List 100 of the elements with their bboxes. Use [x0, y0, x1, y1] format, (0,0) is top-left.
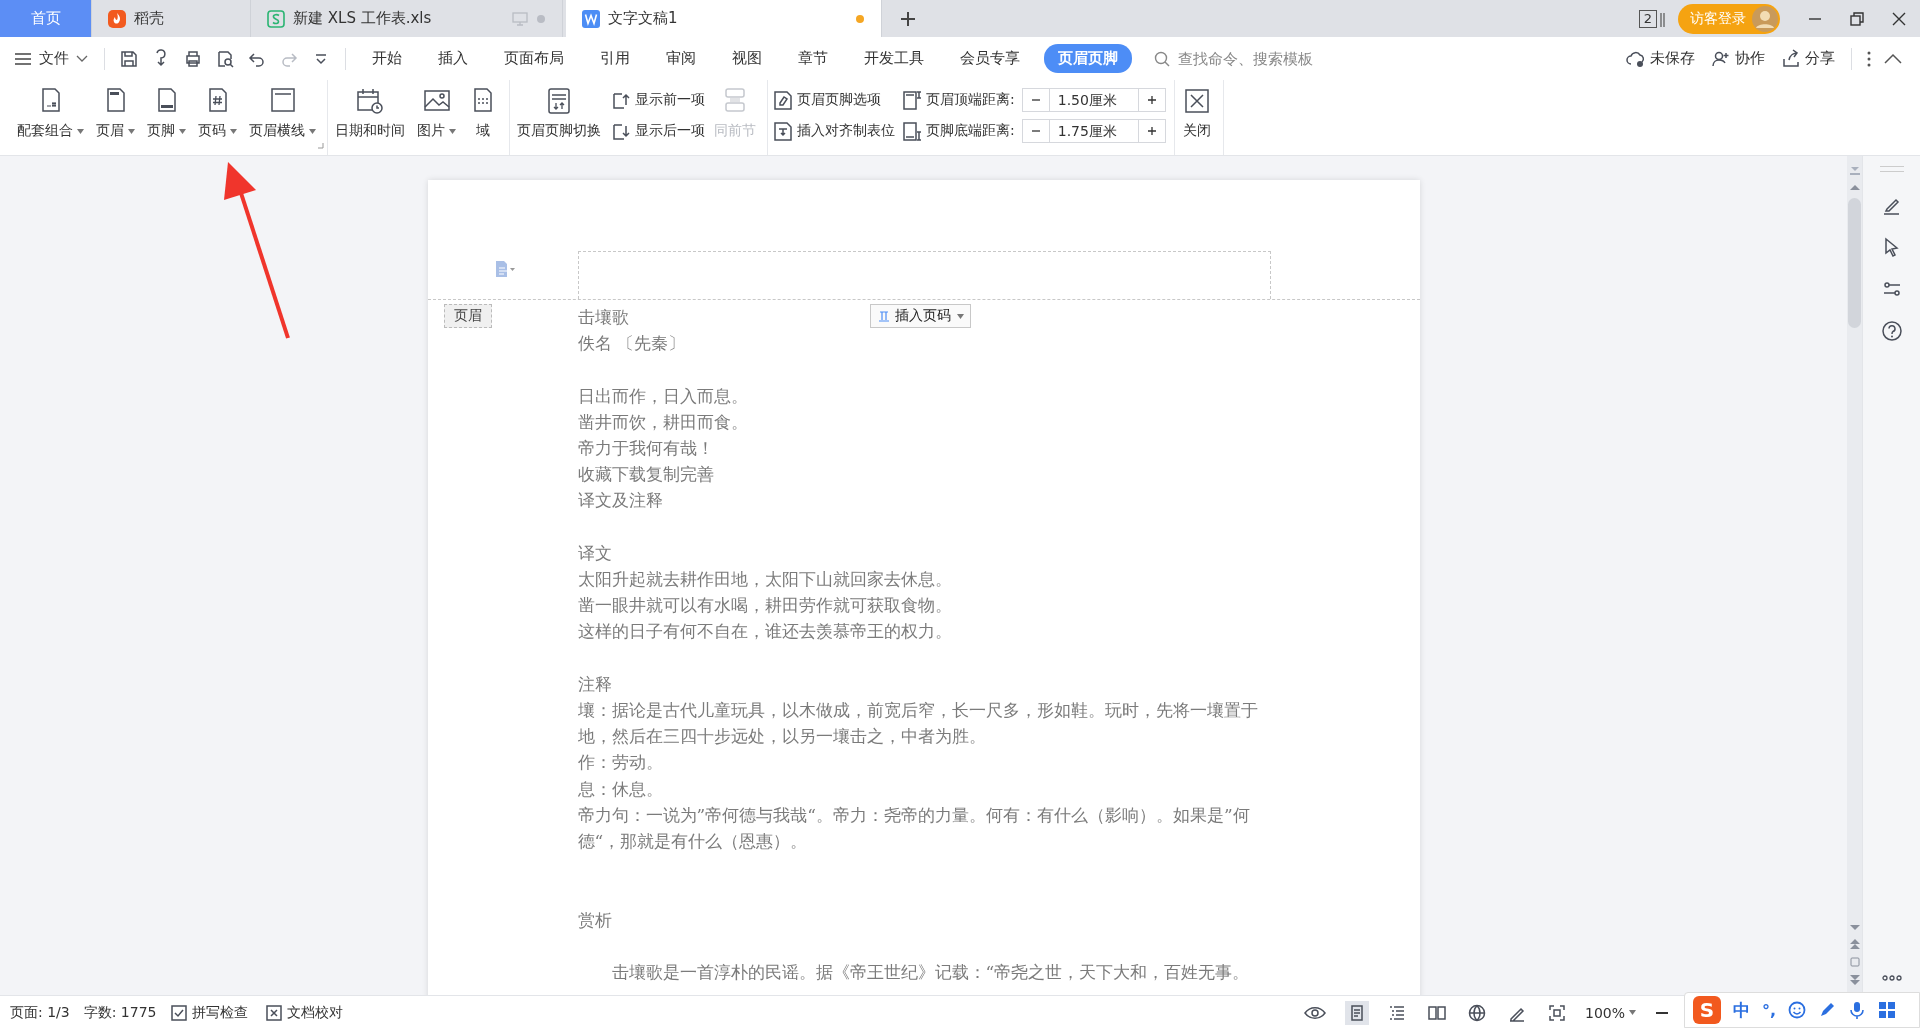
ribbon-button[interactable]: 页码: [195, 86, 240, 140]
search-field[interactable]: 查找命令、搜索模板: [1154, 48, 1340, 69]
menu-tab[interactable]: 会员专享: [948, 43, 1032, 74]
number-spinner[interactable]: 1.75厘米: [1021, 118, 1166, 143]
page-view-icon[interactable]: [1344, 1000, 1369, 1025]
body-text: 凿井而饮，耕田而食。: [577, 410, 748, 434]
microphone-icon[interactable]: [1848, 1001, 1867, 1019]
ribbon-button[interactable]: 插入对齐制表位: [772, 117, 895, 144]
menu-tab[interactable]: 页面布局: [492, 43, 576, 74]
toolbar-button[interactable]: 分享: [1781, 48, 1835, 69]
zoom-dropdown[interactable]: 100%: [1584, 1004, 1636, 1021]
close-icon[interactable]: [1891, 10, 1907, 27]
more-icon[interactable]: [1866, 49, 1872, 68]
caret-icon: [956, 313, 964, 319]
insert-page-number-button[interactable]: 插入页码: [869, 304, 971, 328]
body-text: 这样的日子有何不自在，谁还去羡慕帝王的权力。: [577, 620, 952, 644]
scroll-down-icon[interactable]: [1849, 925, 1860, 931]
body-text: 凿一眼井就可以有水喝，耕田劳作就可获取食物。: [577, 594, 952, 618]
sheet-icon: [267, 9, 285, 28]
status-button[interactable]: 文档校对: [265, 1003, 343, 1022]
tab-stop-icon: [772, 119, 794, 142]
number-spinner[interactable]: 1.50厘米: [1021, 87, 1166, 112]
scrollbar-thumb[interactable]: [1848, 198, 1861, 328]
flame-icon: [108, 9, 126, 28]
field-label: 页眉顶端距离:: [926, 90, 1015, 109]
body-text: 帝力于我何有哉！: [577, 437, 714, 460]
body-text: 帝力句：一说为”帝何德与我哉“。帝力：尧帝的力量。何有：有什么（影响）。如果是”何德“，那就是有什么（恩惠）。: [577, 803, 1251, 853]
calendar-clock-icon: [355, 86, 385, 116]
restore-icon[interactable]: [1849, 10, 1865, 27]
proofread-icon: [265, 1004, 282, 1021]
ribbon-button[interactable]: 图片: [414, 86, 459, 140]
ribbon-button[interactable]: 页眉: [93, 86, 138, 140]
menu-tab[interactable]: 引用: [588, 43, 642, 74]
punctuation-toggle[interactable]: °,: [1762, 1000, 1777, 1020]
body-text: 作：劳动。: [577, 751, 663, 775]
ribbon-button[interactable]: 配套组合: [14, 86, 87, 140]
body-text: 赏析: [577, 908, 612, 932]
body-text: 佚名 〔先秦〕: [577, 332, 685, 356]
ribbon-button[interactable]: 关闭: [1178, 86, 1215, 140]
file-menu[interactable]: 文件: [14, 49, 88, 68]
ribbon-button[interactable]: 域: [465, 86, 501, 140]
previous-page-icon[interactable]: [1849, 939, 1860, 949]
share-icon: [1781, 48, 1801, 69]
ribbon-button[interactable]: 显示前一项: [610, 86, 705, 113]
chevron-icon: [76, 54, 88, 63]
menu-tab[interactable]: 开始: [360, 43, 414, 74]
print-icon[interactable]: [183, 48, 203, 69]
scroll-up-icon[interactable]: [1849, 184, 1860, 190]
dot-icon: [536, 13, 546, 24]
field-label: 页脚底端距离:: [926, 121, 1015, 140]
add-tab-icon[interactable]: [900, 10, 916, 27]
ruler-toggle-icon[interactable]: [1848, 166, 1861, 176]
menu-tab[interactable]: 审阅: [654, 43, 708, 74]
ribbon-button[interactable]: 页眉页脚切换: [514, 86, 604, 140]
help-icon[interactable]: [1880, 320, 1903, 342]
word-count[interactable]: 字数: 1775: [83, 1003, 157, 1022]
spellcheck-icon: [170, 1004, 187, 1021]
ribbon-button[interactable]: 显示后一项: [610, 117, 705, 144]
body-text: 收藏下载复制完善: [577, 463, 714, 487]
grid-icon[interactable]: [1878, 1001, 1897, 1019]
menu-icon: [14, 51, 32, 66]
emoji-icon[interactable]: [1788, 1001, 1807, 1019]
collapse-icon[interactable]: [1884, 52, 1902, 65]
body-text: 译文及注释: [577, 489, 663, 513]
writer-icon: [582, 9, 600, 28]
menu-tab[interactable]: 开发工具: [852, 43, 936, 74]
search-icon: [1154, 50, 1170, 67]
body-text: 壤：据论是古代儿童玩具，以木做成，前宽后窄，长一尺多，形如鞋。玩时，先将一壤置于地，然后在三四十步远处，以另一壤击之，中者为胜。: [577, 699, 1259, 749]
print-preview-icon[interactable]: [215, 48, 235, 69]
body-text: 息：休息。: [577, 777, 663, 801]
header-label: 页眉: [443, 304, 492, 328]
save-icon[interactable]: [119, 48, 139, 69]
body-text: 太阳升起就去耕作田地，太阳下山就回家去休息。: [577, 568, 952, 591]
ribbon-button[interactable]: 日期和时间: [332, 86, 408, 140]
body-text: 译文: [577, 541, 612, 565]
brush-icon[interactable]: [1818, 1001, 1837, 1019]
body-text: 注释: [577, 672, 612, 696]
page-number-icon: [876, 309, 891, 323]
header-options-icon: [772, 88, 794, 111]
footer-distance-icon: [901, 119, 923, 142]
ribbon-button[interactable]: 页眉页脚选项: [772, 86, 895, 113]
header-field[interactable]: [577, 251, 1271, 299]
page-count[interactable]: 页面: 1/3: [10, 1003, 70, 1022]
ribbon-button[interactable]: 页眉横线: [246, 86, 319, 140]
document-tab[interactable]: 文字文稿1: [566, 0, 882, 37]
more-icon[interactable]: [1881, 975, 1902, 981]
bars-icon: [1660, 10, 1666, 27]
input-mode-toggle[interactable]: 中: [1733, 998, 1750, 1022]
menu-tab[interactable]: 插入: [426, 43, 480, 74]
ribbon-button[interactable]: 页脚: [144, 86, 189, 140]
monitor-icon: [512, 11, 528, 26]
avatar-icon: [1752, 5, 1778, 32]
menu-tab[interactable]: 视图: [720, 43, 774, 74]
next-page-icon[interactable]: [1849, 975, 1860, 985]
body-text: 日出而作，日入而息。: [577, 384, 748, 408]
window-count-badge[interactable]: 2: [1638, 9, 1657, 28]
menu-tab[interactable]: 章节: [786, 43, 840, 74]
toolbar-button[interactable]: 未保存: [1626, 48, 1695, 69]
toolbar-button[interactable]: 协作: [1711, 48, 1765, 69]
status-button[interactable]: 拼写检查: [170, 1003, 248, 1022]
